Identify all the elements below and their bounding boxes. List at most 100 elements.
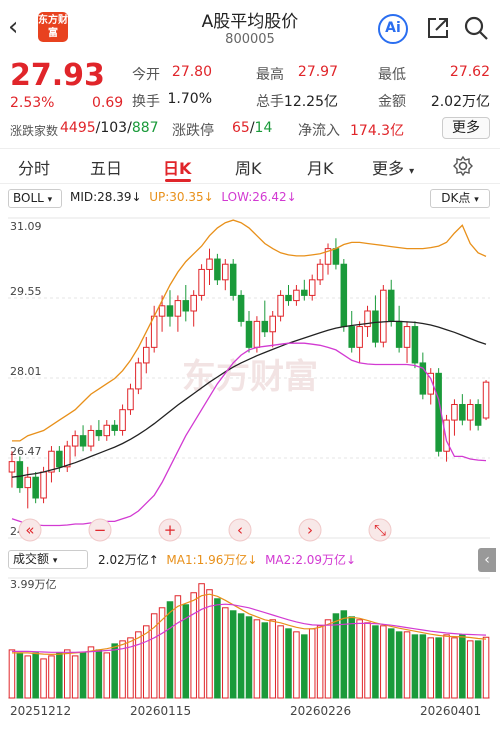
advance-decline-label: 涨跌家数 xyxy=(10,124,59,138)
candle-body xyxy=(56,450,63,468)
flat-count: 103 xyxy=(100,120,128,136)
volume-indicator-select[interactable]: 成交额 ▾ xyxy=(8,550,88,569)
volume-bar xyxy=(95,649,103,699)
gear-icon[interactable] xyxy=(452,155,474,177)
control-glyph: « xyxy=(25,521,34,539)
fullscreen-icon[interactable]: ⤡ xyxy=(368,518,392,542)
collapse-panel-button[interactable]: ‹ xyxy=(478,548,496,572)
search-icon[interactable] xyxy=(462,14,490,42)
candle-body xyxy=(214,258,221,281)
candle-body xyxy=(237,294,245,322)
scroll-right-icon[interactable]: › xyxy=(298,518,322,542)
share-icon[interactable] xyxy=(424,14,452,42)
candle-body xyxy=(403,326,411,348)
caret-down-icon: ▾ xyxy=(47,195,53,205)
tab-daily-k[interactable]: 日K xyxy=(163,155,191,179)
volume-bar xyxy=(111,643,118,699)
candle-body xyxy=(356,326,363,348)
candle-body xyxy=(111,424,118,431)
caret-down-icon: ▾ xyxy=(409,166,415,177)
caret-down-icon: ▾ xyxy=(52,556,58,566)
candle-body xyxy=(451,403,458,421)
control-glyph: › xyxy=(307,521,313,539)
net-inflow-label: 净流入 xyxy=(298,123,340,139)
indicator-name: BOLL xyxy=(13,191,44,205)
candle-body xyxy=(387,289,395,322)
candle-body xyxy=(135,362,142,390)
volume-bar xyxy=(372,625,379,699)
limit-values: 65/14 xyxy=(232,120,273,136)
net-inflow-value: 174.3亿 xyxy=(350,123,405,139)
volume-bar xyxy=(380,625,387,699)
quote-label: 最高 xyxy=(256,67,284,83)
scroll-left-icon[interactable]: ‹ xyxy=(228,518,252,542)
volume-bar xyxy=(301,634,308,699)
last-price: 27.93 xyxy=(10,58,105,93)
indicator-values: MID:28.39↓ UP:30.35↓ LOW:26.42↓ xyxy=(70,190,297,204)
candle-body xyxy=(63,445,71,468)
volume-bar xyxy=(198,583,205,699)
dk-point-select[interactable]: DK点 ▾ xyxy=(430,189,490,208)
y-tick-label: 29.55 xyxy=(10,285,42,298)
volume-bar xyxy=(237,613,245,699)
quote-value: 2.02万亿 xyxy=(430,94,490,110)
candle-body xyxy=(103,424,111,437)
tab-more-label: 更多 xyxy=(372,159,405,178)
candle-body xyxy=(24,476,32,489)
volume-bar xyxy=(459,634,466,699)
period-tabs: 分时 五日 日K 周K 月K 更多 ▾ xyxy=(0,148,500,184)
control-glyph: ⤡ xyxy=(374,521,386,539)
date-axis: 20251212 20260115 20260226 20260401 xyxy=(0,704,500,724)
candle-body xyxy=(222,263,229,281)
more-quote-button[interactable]: 更多 xyxy=(442,117,490,139)
volume-bar xyxy=(419,634,427,699)
change-amount: 0.69 xyxy=(92,95,124,111)
tab-weekly-k[interactable]: 周K xyxy=(235,155,262,179)
tab-more[interactable]: 更多 ▾ xyxy=(372,155,414,179)
y-tick-label: 26.47 xyxy=(10,445,42,458)
quote-value: 27.97 xyxy=(297,64,338,80)
volume-bar xyxy=(87,646,95,699)
volume-bar xyxy=(214,598,221,699)
change-percent: 2.53% xyxy=(10,95,55,111)
limit-down-count: 14 xyxy=(254,120,273,136)
volume-bar xyxy=(285,628,292,699)
candle-body xyxy=(229,263,237,296)
candle-body xyxy=(277,294,284,317)
candle-body xyxy=(206,258,213,270)
volume-bar xyxy=(308,628,316,699)
tab-intraday[interactable]: 分时 xyxy=(18,155,50,179)
scroll-left-fast-icon[interactable]: « xyxy=(18,518,42,542)
candle-body xyxy=(119,409,126,431)
decline-count: 887 xyxy=(131,120,159,136)
volume-bar xyxy=(135,631,142,699)
indicator-select[interactable]: BOLL ▾ xyxy=(8,189,62,208)
control-glyph: − xyxy=(94,521,107,539)
volume-bar xyxy=(364,622,371,699)
tab-monthly-k[interactable]: 月K xyxy=(307,155,334,179)
quote-label: 最低 xyxy=(378,67,406,83)
zoom-out-icon[interactable]: − xyxy=(88,518,112,542)
volume-chart: 3.99万亿 xyxy=(8,577,490,699)
candle-body xyxy=(474,403,482,426)
page-title: A股平均股价 xyxy=(201,12,299,32)
stock-code: 800005 xyxy=(225,32,275,47)
candle-body xyxy=(482,381,490,419)
volume-bar xyxy=(348,616,355,699)
candle-body xyxy=(158,305,166,317)
back-icon[interactable]: ‹ xyxy=(8,12,36,42)
kline-chart[interactable]: 31.0929.5528.0126.4724.93东方财富«−+‹›⤡ xyxy=(0,208,500,546)
quote-value: 1.70% xyxy=(167,91,212,107)
zoom-in-icon[interactable]: + xyxy=(158,518,182,542)
date-label: 20260115 xyxy=(130,704,192,718)
volume-bar xyxy=(261,622,269,699)
volume-bar xyxy=(56,652,63,699)
ai-button[interactable]: Ai xyxy=(378,14,408,44)
volume-values: 2.02万亿↑ MA1:1.96万亿↓ MA2:2.09万亿↓ xyxy=(98,551,356,568)
watermark: 东方财富 xyxy=(182,357,318,397)
candle-body xyxy=(372,310,379,343)
dk-label: DK点 xyxy=(441,191,471,205)
date-label: 20260401 xyxy=(420,704,482,718)
candle-body xyxy=(253,320,261,348)
tab-five-day[interactable]: 五日 xyxy=(90,155,122,179)
